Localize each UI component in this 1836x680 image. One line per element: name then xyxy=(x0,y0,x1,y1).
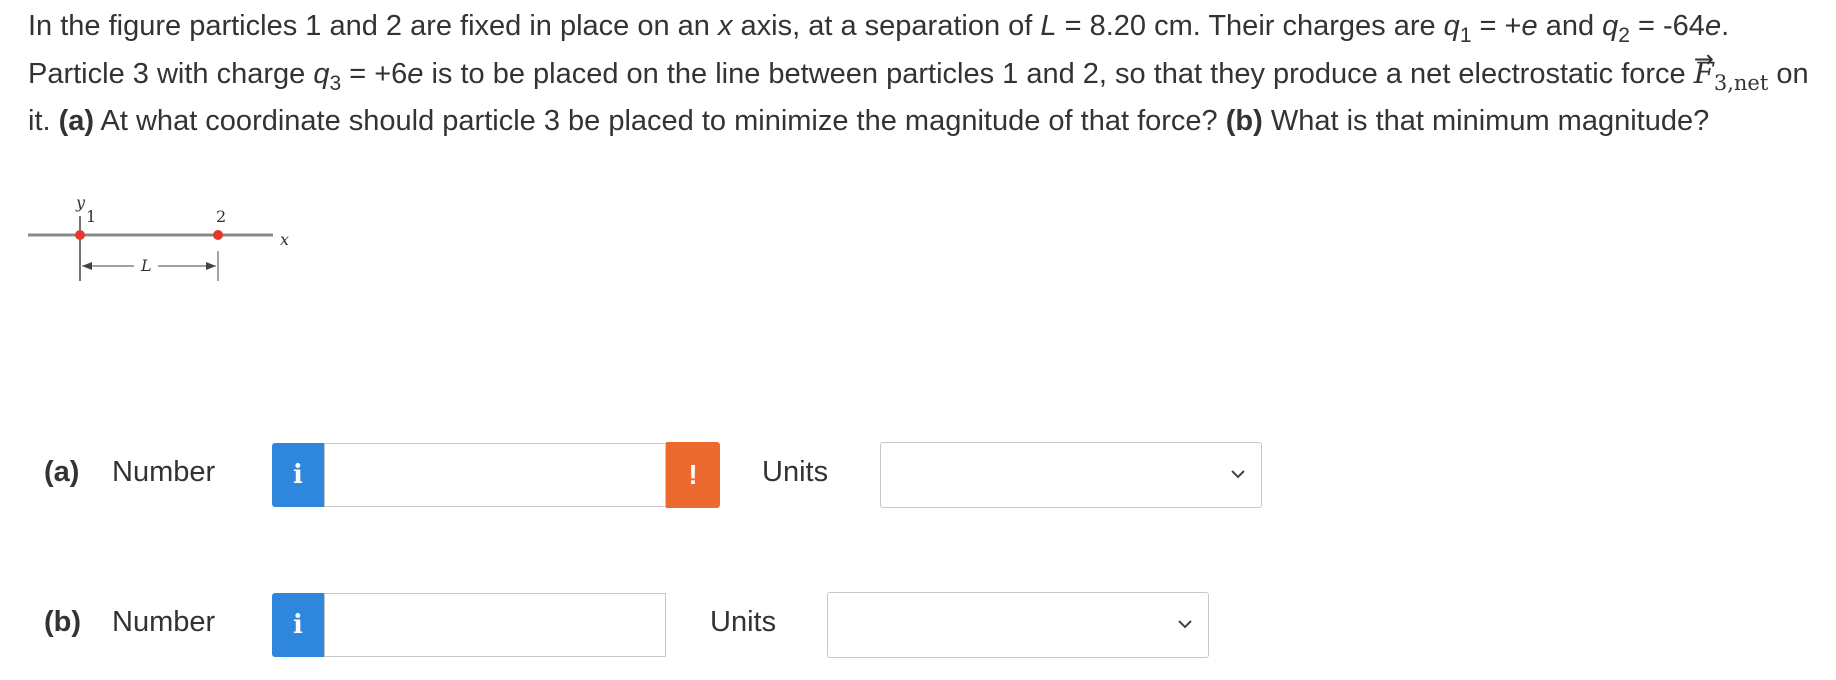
particle-figure: y x 1 2 L xyxy=(28,193,368,346)
part-b-tag: (b) xyxy=(1225,105,1263,137)
particle-1 xyxy=(75,230,85,240)
question-text: In the figure particles 1 and 2 are fixe… xyxy=(28,10,1809,137)
answer-row-b: (b) Number i Units xyxy=(44,592,1284,658)
part-a-label: (a) xyxy=(44,456,80,488)
particle-1-label: 1 xyxy=(86,207,96,226)
part-b-label: (b) xyxy=(44,606,82,638)
units-label-a: Units xyxy=(762,456,829,488)
chevron-down-icon xyxy=(1231,470,1245,479)
info-icon[interactable]: i xyxy=(272,593,324,657)
units-select-b[interactable] xyxy=(827,592,1209,658)
answer-row-a: (a) Number i ! Units xyxy=(44,442,1284,508)
force-vector-symbol: → F xyxy=(1693,45,1714,90)
number-input-b[interactable] xyxy=(324,593,666,657)
units-select-a[interactable] xyxy=(880,442,1262,508)
info-icon[interactable]: i xyxy=(272,443,324,507)
particle-2 xyxy=(213,230,223,240)
part-a-tag: (a) xyxy=(58,105,95,137)
x-axis-label: x xyxy=(280,230,289,249)
L-dimension-label: L xyxy=(140,256,152,275)
warning-icon[interactable]: ! xyxy=(666,442,720,508)
number-input-a[interactable] xyxy=(324,443,666,507)
chevron-down-icon xyxy=(1178,620,1192,629)
particle-2-label: 2 xyxy=(216,207,226,226)
number-label-a: Number xyxy=(112,456,216,488)
y-axis-label: y xyxy=(75,196,86,212)
number-label-b: Number xyxy=(112,606,216,638)
units-label-b: Units xyxy=(710,606,777,638)
